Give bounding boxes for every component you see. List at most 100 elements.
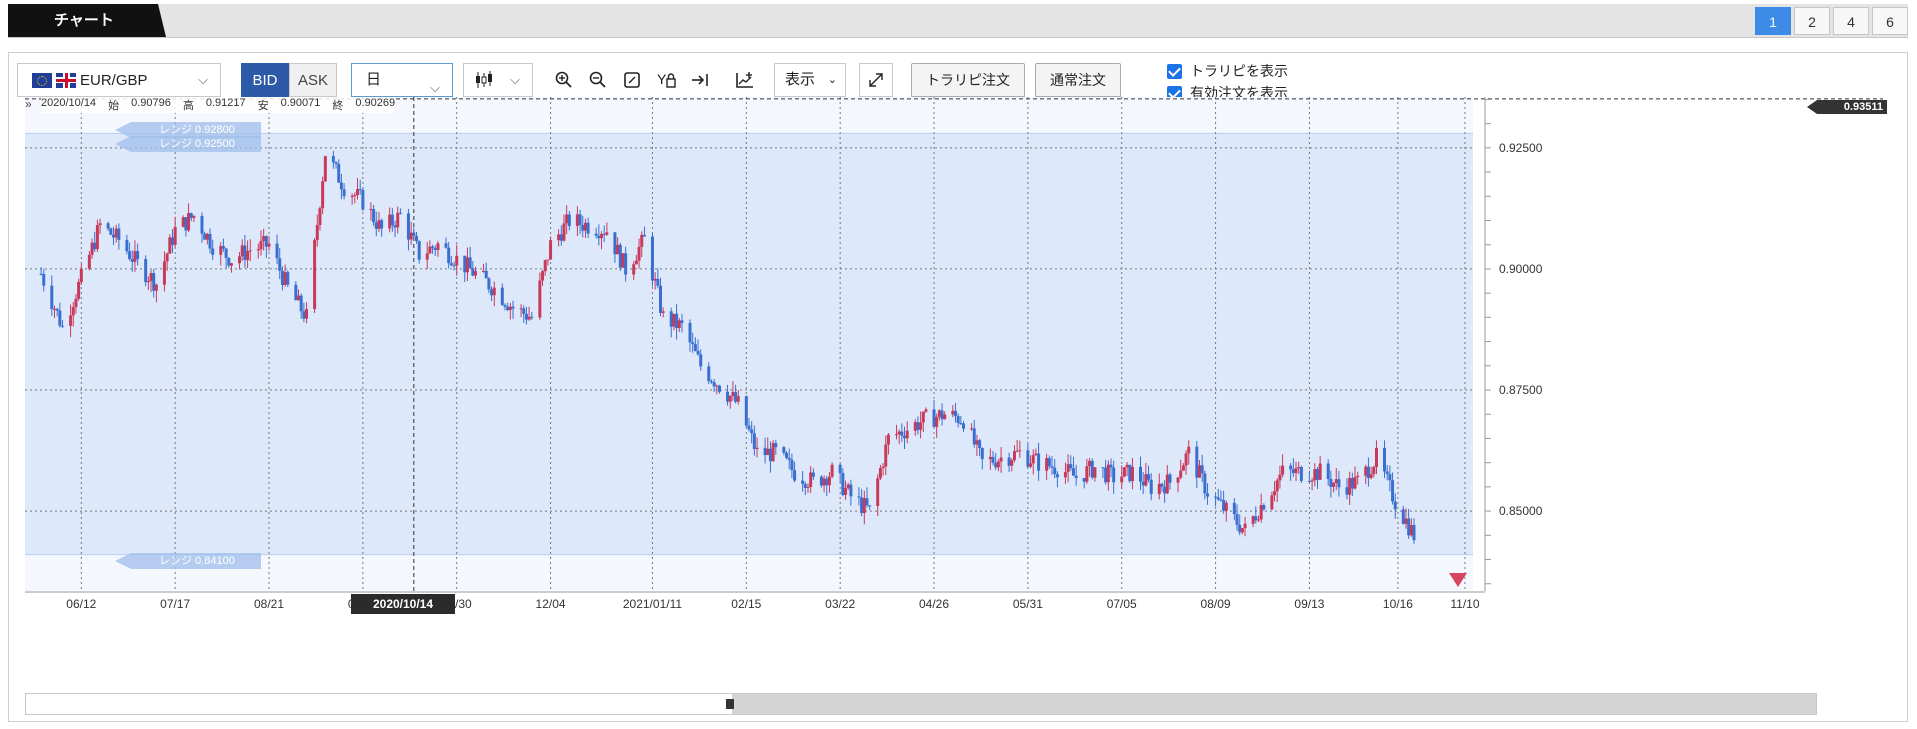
candle-body (1090, 460, 1094, 478)
eu-flag-icon (32, 72, 52, 88)
candle-body (1106, 464, 1110, 483)
candle-body (200, 215, 204, 234)
zoom-in-button[interactable] (547, 63, 581, 97)
candle-body (414, 235, 418, 241)
candle-body (181, 217, 185, 227)
candle-body (1085, 466, 1089, 482)
candle-body (715, 385, 719, 387)
candle-body (1034, 453, 1038, 456)
x-tick-label: 2021/01/11 (622, 597, 683, 611)
trap-repeat-order-button[interactable]: トラリピ注文 (911, 63, 1025, 97)
navigator-handle[interactable] (726, 699, 734, 709)
candle-body (208, 233, 212, 249)
candle-body (1238, 524, 1242, 533)
bid-button[interactable]: BID (241, 63, 289, 97)
candle-body (586, 222, 590, 234)
layout-button-4[interactable]: 4 (1833, 7, 1869, 35)
candle-body (1187, 446, 1191, 454)
candle-body (1391, 480, 1395, 502)
fullscreen-button[interactable] (859, 63, 893, 97)
candle-body (1334, 479, 1338, 484)
x-tick-label: 05/31 (1012, 597, 1043, 611)
candle-body (508, 306, 512, 311)
candle-body (825, 478, 829, 486)
candle-body (264, 236, 268, 247)
jump-to-latest-button[interactable] (683, 63, 717, 97)
candle-body (567, 214, 571, 227)
candle-body (299, 295, 303, 312)
chart-type-select[interactable]: ⌵ (463, 63, 533, 97)
candle-body (1138, 466, 1142, 482)
candle-body (259, 240, 263, 250)
candle-body (688, 322, 692, 343)
candle-body (305, 309, 309, 319)
candle-body (900, 431, 904, 436)
candle-body (1326, 463, 1330, 479)
candle-body (136, 251, 140, 260)
ohlc-date: 2020/10/14 (41, 97, 97, 109)
candle-body (600, 233, 604, 239)
chart-area[interactable]: » « 2020/10/14 始 0.90796 高 0.91217 安 0.9… (25, 97, 1893, 617)
normal-order-button[interactable]: 通常注文 (1035, 63, 1121, 97)
candle-body (1224, 502, 1228, 511)
candle-body (484, 270, 488, 279)
candlestick-chart[interactable] (25, 97, 1893, 617)
candle-body (74, 298, 78, 308)
navigator-window[interactable] (732, 694, 1816, 714)
layout-button-2[interactable]: 2 (1794, 7, 1830, 35)
candle-body (538, 280, 542, 318)
candle-body (1235, 514, 1239, 525)
candle-body (978, 440, 982, 448)
display-menu[interactable]: 表示 ⌄ (774, 63, 846, 97)
candle-body (530, 316, 534, 318)
currency-pair-select[interactable]: EUR/GBP ⌵ (17, 63, 221, 97)
scroll-left-icon[interactable]: » (25, 97, 32, 111)
indicator-button[interactable] (727, 63, 761, 97)
show-trap-row[interactable]: トラリピを表示 (1167, 61, 1288, 81)
layout-button-1[interactable]: 1 (1755, 7, 1791, 35)
candle-body (886, 434, 890, 445)
candle-body (1045, 458, 1049, 471)
layout-button-6[interactable]: 6 (1872, 7, 1908, 35)
candle-body (728, 396, 732, 402)
candle-body (55, 308, 59, 311)
candle-body (492, 287, 496, 296)
ask-button[interactable]: ASK (289, 63, 337, 97)
candle-body (1294, 468, 1298, 473)
candle-body (152, 273, 156, 291)
candle-body (543, 260, 547, 272)
candle-body (390, 214, 394, 226)
candle-body (168, 237, 172, 254)
ohlc-open-label: 始 (108, 100, 120, 112)
candle-body (1289, 465, 1293, 470)
candle-body (943, 414, 947, 420)
bid-ask-toggle: BID ASK (241, 63, 337, 97)
candle-body (994, 462, 998, 468)
candle-body (1383, 447, 1387, 472)
candle-body (613, 232, 617, 255)
candle-body (256, 249, 260, 251)
candle-body (951, 410, 955, 415)
sell-order-marker[interactable] (1449, 573, 1467, 587)
fit-view-button[interactable] (615, 63, 649, 97)
zoom-out-button[interactable] (581, 63, 615, 97)
candle-body (894, 434, 898, 436)
candle-body (621, 253, 625, 268)
candle-body (203, 233, 207, 240)
candle-body (1329, 478, 1333, 487)
candle-body (937, 410, 941, 417)
candle-body (192, 215, 196, 218)
candle-body (144, 259, 148, 283)
tab-chart[interactable]: チャート (8, 4, 166, 37)
period-select[interactable]: 日 ⌵ (351, 63, 453, 97)
time-navigator[interactable] (25, 693, 1817, 715)
y-axis-lock-button[interactable]: Y (649, 63, 683, 97)
show-trap-checkbox[interactable] (1167, 63, 1182, 79)
candle-body (1219, 499, 1223, 501)
candle-body (1160, 483, 1164, 487)
candle-body (1262, 505, 1266, 510)
candle-body (581, 225, 585, 231)
candle-body (830, 464, 834, 477)
candle-body (369, 209, 373, 211)
candle-body (919, 422, 923, 430)
